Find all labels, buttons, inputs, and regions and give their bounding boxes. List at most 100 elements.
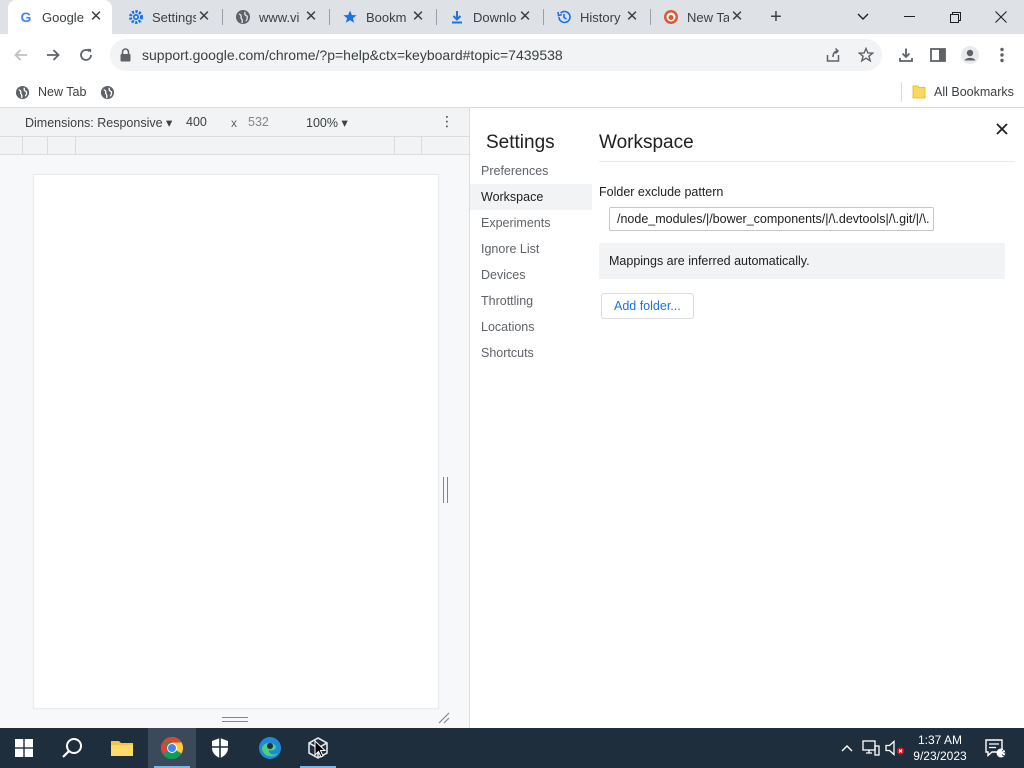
settings-nav: Preferences Workspace Experiments Ignore… (470, 158, 592, 366)
close-tab-icon[interactable]: ✕ (410, 9, 426, 25)
folder-icon (912, 84, 926, 100)
close-tab-icon[interactable]: ✕ (196, 9, 212, 25)
volume-muted-icon (885, 740, 904, 756)
emulation-canvas (0, 155, 469, 728)
close-window-button[interactable] (978, 0, 1024, 34)
close-tab-icon[interactable]: ✕ (729, 9, 745, 25)
close-tab-icon[interactable]: ✕ (88, 9, 104, 25)
profile-button[interactable] (957, 42, 983, 68)
arrow-right-icon (47, 49, 60, 61)
show-hidden-icons-button[interactable] (838, 728, 856, 768)
resize-height-handle[interactable] (222, 717, 248, 722)
edge-icon (259, 737, 281, 759)
new-tab-button[interactable]: + (766, 7, 786, 27)
resize-width-handle[interactable] (443, 477, 448, 503)
download-icon (899, 48, 913, 62)
tab-title: Settings (152, 9, 196, 25)
tab-new-tab[interactable]: New Ta ✕ (653, 0, 753, 34)
back-button[interactable] (8, 42, 34, 68)
nav-preferences[interactable]: Preferences (470, 158, 592, 184)
tab-downloads[interactable]: Downlo ✕ (439, 0, 541, 34)
network-button[interactable] (860, 728, 882, 768)
zoom-dropdown[interactable]: 100% ▾ (306, 115, 348, 130)
start-button[interactable] (0, 728, 48, 768)
device-toolbar: Dimensions: Responsive ▾ 400 x 532 100% … (0, 108, 469, 137)
search-icon (62, 738, 82, 758)
tab-title: www.vi (259, 9, 300, 25)
bookmark-new-tab[interactable]: New Tab (15, 82, 86, 102)
height-input[interactable]: 532 (248, 115, 269, 129)
folder-exclude-input[interactable]: /node_modules/|/bower_components/|/\.dev… (609, 207, 934, 231)
folder-exclude-label: Folder exclude pattern (599, 185, 724, 199)
dimensions-dropdown[interactable]: Dimensions: Responsive ▾ (25, 115, 172, 130)
times-sign: x (231, 116, 237, 130)
bookmark-star-icon[interactable] (857, 46, 875, 64)
chrome-taskbar-button[interactable] (148, 728, 196, 768)
side-panel-button[interactable] (925, 42, 951, 68)
downloads-button[interactable] (893, 42, 919, 68)
edge-button[interactable] (246, 728, 294, 768)
tab-settings[interactable]: Settings ✕ (118, 0, 220, 34)
nav-experiments[interactable]: Experiments (470, 210, 592, 236)
media-query-ruler (0, 137, 469, 155)
tab-search-button[interactable] (840, 0, 886, 34)
volume-button[interactable] (884, 728, 906, 768)
add-folder-button[interactable]: Add folder... (601, 293, 694, 319)
nav-devices[interactable]: Devices (470, 262, 592, 288)
kebab-icon (1000, 47, 1004, 63)
close-tab-icon[interactable]: ✕ (624, 9, 640, 25)
mappings-info: Mappings are inferred automatically. (599, 243, 1005, 279)
history-icon (556, 9, 572, 25)
chrome-menu-button[interactable] (989, 42, 1015, 68)
arrow-left-icon (14, 49, 27, 61)
reload-button[interactable] (73, 42, 99, 68)
windows-taskbar: 1:37 AM 9/23/2023 3 (0, 728, 1024, 768)
tab-history[interactable]: History ✕ (546, 0, 648, 34)
security-button[interactable] (196, 728, 244, 768)
browser-toolbar: support.google.com/chrome/?p=help&ctx=ke… (0, 34, 1024, 76)
resize-corner-handle[interactable] (438, 712, 450, 724)
action-center-button[interactable]: 3 (980, 728, 1010, 768)
tab-www[interactable]: www.vi ✕ (225, 0, 327, 34)
bookmark-globe[interactable] (100, 82, 123, 102)
tab-title: New Ta (687, 9, 729, 25)
shield-icon (212, 738, 228, 758)
all-bookmarks-button[interactable]: All Bookmarks (912, 82, 1014, 102)
nav-workspace[interactable]: Workspace (470, 184, 592, 210)
forward-button[interactable] (40, 42, 66, 68)
device-options-icon[interactable]: ⋮ (440, 114, 454, 128)
globe-icon (100, 85, 115, 100)
file-explorer-button[interactable] (98, 728, 146, 768)
minimize-button[interactable] (886, 0, 932, 34)
tab-strip: G Google ✕ Settings ✕ www.vi ✕ Bookm ✕ D… (0, 0, 1024, 34)
svg-text:G: G (21, 9, 32, 25)
close-tab-icon[interactable]: ✕ (517, 9, 533, 25)
url-text: support.google.com/chrome/?p=help&ctx=ke… (142, 47, 563, 63)
emulated-viewport[interactable] (34, 175, 438, 708)
clock-date: 9/23/2023 (913, 749, 967, 763)
tab-bookmarks[interactable]: Bookm ✕ (332, 0, 434, 34)
nav-shortcuts[interactable]: Shortcuts (470, 340, 592, 366)
chrome-icon (161, 737, 183, 759)
minimize-icon (903, 16, 915, 17)
nav-ignore-list[interactable]: Ignore List (470, 236, 592, 262)
close-tab-icon[interactable]: ✕ (303, 9, 319, 25)
globe-icon (235, 9, 251, 25)
restore-button[interactable] (932, 0, 978, 34)
clock[interactable]: 1:37 AM 9/23/2023 (905, 732, 975, 764)
network-icon (862, 740, 880, 756)
tab-title: History (580, 9, 621, 25)
star-icon (342, 9, 358, 25)
search-button[interactable] (48, 728, 96, 768)
share-icon[interactable] (824, 46, 842, 64)
folder-icon (111, 741, 133, 756)
nav-throttling[interactable]: Throttling (470, 288, 592, 314)
close-icon (995, 11, 1007, 23)
tab-google[interactable]: G Google ✕ (8, 0, 112, 34)
tab-title: Downlo (473, 9, 517, 25)
width-input[interactable]: 400 (186, 115, 207, 129)
workspace-heading: Workspace (599, 132, 1015, 162)
bookmark-label: All Bookmarks (934, 85, 1014, 99)
address-bar[interactable]: support.google.com/chrome/?p=help&ctx=ke… (110, 39, 882, 71)
nav-locations[interactable]: Locations (470, 314, 592, 340)
